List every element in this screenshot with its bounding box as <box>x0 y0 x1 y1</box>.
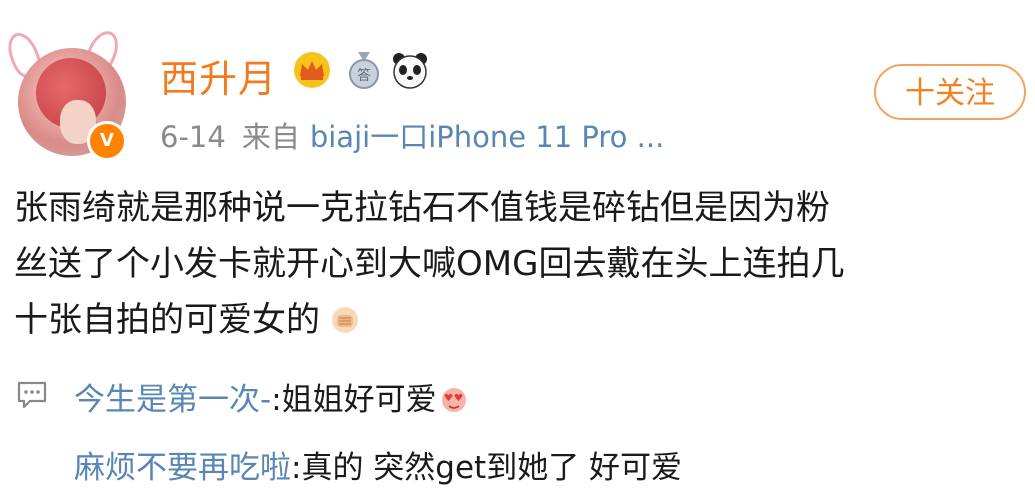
weibo-post: V 西升月 答 6-14 来自 biaji一口iPhone 11 Pro ... 十… <box>0 0 1035 491</box>
post-body-line: 十张自拍的可爱女的 <box>14 292 1024 348</box>
panda-icon[interactable] <box>390 50 430 90</box>
comment-author[interactable]: 麻烦不要再吃啦 <box>74 450 291 486</box>
svg-text:答: 答 <box>357 67 371 84</box>
fist-emoji-icon <box>332 307 358 333</box>
post-body-line: 丝送了个小发卡就开心到大喊OMG回去戴在头上连拍几 <box>14 244 845 284</box>
heart-eyes-emoji-icon <box>441 388 466 412</box>
avatar[interactable]: V <box>2 26 134 161</box>
post-meta: 6-14 来自 biaji一口iPhone 11 Pro ... <box>160 114 664 156</box>
username[interactable]: 西升月 <box>160 48 277 103</box>
post-source[interactable]: biaji一口iPhone 11 Pro ... <box>310 120 664 154</box>
medal-icon[interactable]: 答 <box>344 50 384 90</box>
comment-text: :真的 突然get到她了 好可爱 <box>291 450 683 486</box>
crown-icon[interactable] <box>292 50 332 90</box>
comment-item: 今生是第一次-:姐姐好可爱 <box>14 374 469 419</box>
comment-text: :姐姐好可爱 <box>271 382 437 418</box>
follow-button[interactable]: 十关注 <box>874 64 1026 120</box>
comment-author[interactable]: 今生是第一次- <box>74 382 271 418</box>
comment-item: 麻烦不要再吃啦:真的 突然get到她了 好可爱 <box>14 442 682 487</box>
source-prefix: 来自 <box>241 120 300 154</box>
post-date: 6-14 <box>160 120 226 154</box>
post-body: 张雨绮就是那种说一克拉钻石不值钱是碎钻但是因为粉 丝送了个小发卡就开心到大喊OM… <box>14 180 1024 348</box>
verified-icon: V <box>87 121 127 161</box>
post-body-line: 张雨绮就是那种说一克拉钻石不值钱是碎钻但是因为粉 <box>14 188 830 228</box>
